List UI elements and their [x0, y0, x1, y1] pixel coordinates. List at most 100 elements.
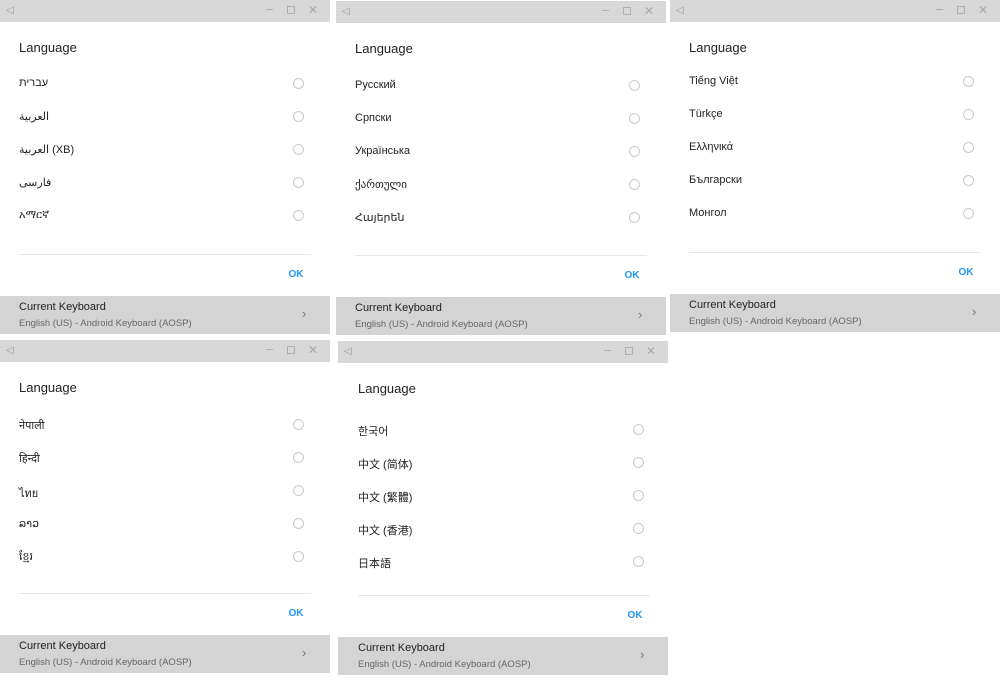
current-keyboard-row[interactable]: Current Keyboard English (US) - Android …	[338, 637, 668, 675]
radio-button[interactable]	[293, 210, 304, 221]
radio-button[interactable]	[293, 485, 304, 496]
radio-button[interactable]	[633, 523, 644, 534]
maximize-icon[interactable]	[954, 3, 968, 17]
radio-button[interactable]	[629, 80, 640, 91]
radio-button[interactable]	[293, 78, 304, 89]
language-option[interactable]: Български	[670, 165, 1000, 198]
back-icon[interactable]: ◁	[6, 4, 14, 18]
language-option[interactable]: Српски	[336, 103, 666, 136]
maximize-icon[interactable]	[284, 3, 298, 17]
radio-button[interactable]	[633, 556, 644, 567]
minimize-icon[interactable]	[598, 4, 612, 18]
minimize-icon[interactable]	[262, 343, 276, 357]
language-label: 한국어	[358, 426, 389, 438]
ok-button[interactable]: OK	[953, 267, 979, 278]
radio-button[interactable]	[293, 518, 304, 529]
maximize-icon[interactable]	[620, 4, 634, 18]
maximize-icon[interactable]	[284, 343, 298, 357]
language-option[interactable]: हिन्दी	[0, 442, 330, 475]
radio-button[interactable]	[629, 212, 640, 223]
language-option[interactable]: Tiếng Việt	[670, 66, 1000, 99]
window-titlebar: ◁ ✕	[338, 341, 668, 363]
radio-button[interactable]	[629, 146, 640, 157]
radio-button[interactable]	[629, 113, 640, 124]
ok-button[interactable]: OK	[619, 270, 645, 281]
radio-button[interactable]	[963, 109, 974, 120]
language-option[interactable]: Ελληνικά	[670, 132, 1000, 165]
ok-button[interactable]: OK	[283, 608, 309, 619]
language-option[interactable]: العربية (XB)	[0, 134, 330, 167]
radio-button[interactable]	[963, 76, 974, 87]
language-label: नेपाली	[19, 420, 45, 432]
language-option[interactable]: فارسی	[0, 167, 330, 200]
radio-button[interactable]	[293, 419, 304, 430]
language-option[interactable]: ខ្មែរ	[0, 541, 330, 574]
close-icon[interactable]: ✕	[306, 3, 320, 17]
radio-button[interactable]	[963, 175, 974, 186]
language-option[interactable]: ქართული	[336, 169, 666, 202]
language-option[interactable]: 中文 (香港)	[338, 513, 668, 546]
language-option[interactable]: 日本語	[338, 546, 668, 579]
back-icon[interactable]: ◁	[6, 344, 14, 358]
back-icon[interactable]: ◁	[676, 4, 684, 18]
language-label: 中文 (香港)	[358, 525, 413, 537]
minimize-icon[interactable]	[262, 3, 276, 17]
radio-button[interactable]	[633, 457, 644, 468]
radio-button[interactable]	[963, 208, 974, 219]
ok-button[interactable]: OK	[283, 269, 309, 280]
radio-button[interactable]	[629, 179, 640, 190]
current-keyboard-row[interactable]: Current Keyboard English (US) - Android …	[670, 294, 1000, 332]
chevron-right-icon: ›	[302, 306, 307, 321]
language-option[interactable]: Հայերեն	[336, 202, 666, 235]
radio-button[interactable]	[963, 142, 974, 153]
divider	[358, 595, 650, 596]
back-icon[interactable]: ◁	[342, 5, 350, 19]
current-keyboard-title: Current Keyboard	[689, 299, 776, 311]
close-icon[interactable]: ✕	[642, 4, 656, 18]
language-option[interactable]: Українська	[336, 136, 666, 169]
chevron-right-icon: ›	[302, 645, 307, 660]
ok-button[interactable]: OK	[622, 610, 648, 621]
minimize-icon[interactable]	[932, 3, 946, 17]
language-label: ລາວ	[19, 518, 40, 530]
language-option[interactable]: Монгол	[670, 198, 1000, 231]
dialog-title: Language	[19, 380, 77, 395]
current-keyboard-row[interactable]: Current Keyboard English (US) - Android …	[336, 297, 666, 335]
language-dialog: ◁ ✕ Language 한국어 中文 (简体) 中文 (繁體) 中文 (香港)…	[338, 341, 668, 677]
language-option[interactable]: Русский	[336, 70, 666, 103]
radio-button[interactable]	[633, 490, 644, 501]
close-icon[interactable]: ✕	[644, 344, 658, 358]
language-option[interactable]: עברית	[0, 68, 330, 101]
maximize-icon[interactable]	[622, 344, 636, 358]
language-option[interactable]: नेपाली	[0, 409, 330, 442]
language-label: ไทย	[19, 488, 39, 500]
divider	[689, 252, 981, 253]
language-option[interactable]: Türkçe	[670, 99, 1000, 132]
language-option[interactable]: 中文 (简体)	[338, 447, 668, 480]
back-icon[interactable]: ◁	[344, 345, 352, 359]
current-keyboard-row[interactable]: Current Keyboard English (US) - Android …	[0, 635, 330, 673]
language-label: Türkçe	[689, 108, 723, 120]
radio-button[interactable]	[293, 144, 304, 155]
language-label: العربية	[19, 111, 50, 123]
radio-button[interactable]	[293, 111, 304, 122]
language-label: Русский	[355, 79, 396, 91]
language-label: Tiếng Việt	[689, 75, 738, 87]
radio-button[interactable]	[293, 551, 304, 562]
radio-button[interactable]	[633, 424, 644, 435]
current-keyboard-row[interactable]: Current Keyboard English (US) - Android …	[0, 296, 330, 334]
chevron-right-icon: ›	[972, 304, 977, 319]
language-option[interactable]: 中文 (繁體)	[338, 480, 668, 513]
close-icon[interactable]: ✕	[306, 343, 320, 357]
language-option[interactable]: ລາວ	[0, 508, 330, 541]
minimize-icon[interactable]	[600, 344, 614, 358]
language-label: አማርኛ	[19, 209, 50, 221]
radio-button[interactable]	[293, 452, 304, 463]
radio-button[interactable]	[293, 177, 304, 188]
language-option[interactable]: ไทย	[0, 475, 330, 508]
language-option[interactable]: 한국어	[338, 414, 668, 447]
language-option[interactable]: العربية	[0, 101, 330, 134]
close-icon[interactable]: ✕	[976, 3, 990, 17]
dialog-title: Language	[355, 41, 413, 56]
language-option[interactable]: አማርኛ	[0, 200, 330, 233]
